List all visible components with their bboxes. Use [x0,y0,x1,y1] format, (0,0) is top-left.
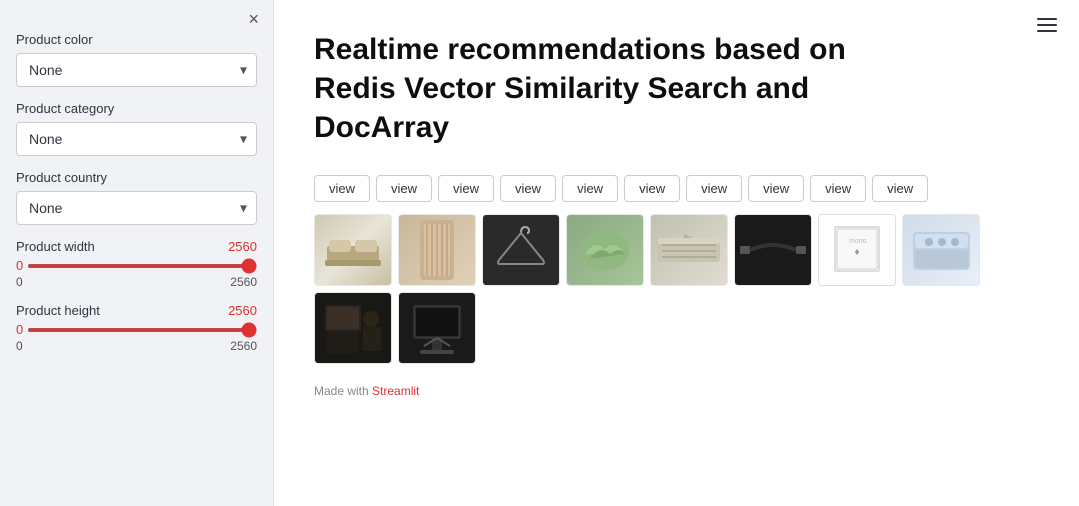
footer-prefix: Made with [314,384,372,398]
svg-text:♦: ♦ [854,247,859,258]
view-button-2[interactable]: view [376,175,432,202]
product-country-select[interactable]: None USA UK China Germany [16,191,257,225]
product-svg-2 [412,218,462,283]
product-svg-10 [404,298,470,358]
product-color-select[interactable]: None Red Blue Green Black White [16,53,257,87]
page-title: Realtime recommendations based on Redis … [314,30,874,147]
product-height-label: Product height [16,303,100,318]
product-svg-4 [575,224,635,276]
close-button[interactable]: × [248,10,259,28]
product-image-2 [398,214,476,286]
product-country-label: Product country [16,170,257,185]
product-height-min-value: 0 [16,322,23,337]
product-height-max-value: 2560 [228,303,257,318]
product-image-6 [734,214,812,286]
product-image-8 [902,214,980,286]
product-image-10 [398,292,476,364]
product-image-1 [314,214,392,286]
product-category-select-wrapper: None Electronics Clothing Home Sports [16,122,257,156]
product-grid: ♦ mono [314,214,1039,364]
sidebar: × Product color None Red Blue Green Blac… [0,0,274,506]
footer-link[interactable]: Streamlit [372,384,419,398]
product-svg-6 [738,236,808,264]
product-image-9 [314,292,392,364]
hamburger-line-2 [1037,24,1057,26]
product-height-slider-section: Product height 2560 0 0 2560 [16,303,257,353]
hamburger-line-3 [1037,30,1057,32]
product-svg-5 [654,224,724,276]
product-image-3 [482,214,560,286]
view-button-3[interactable]: view [438,175,494,202]
product-width-max-value: 2560 [228,239,257,254]
view-button-1[interactable]: view [314,175,370,202]
product-svg-1 [323,224,383,276]
hamburger-line-1 [1037,18,1057,20]
footer: Made with Streamlit [314,384,1039,398]
product-height-header: Product height 2560 [16,303,257,318]
view-button-6[interactable]: view [624,175,680,202]
product-svg-8 [909,224,974,276]
product-category-select[interactable]: None Electronics Clothing Home Sports [16,122,257,156]
product-color-label: Product color [16,32,257,47]
main-content: Realtime recommendations based on Redis … [274,0,1079,506]
view-button-9[interactable]: view [810,175,866,202]
view-button-5[interactable]: view [562,175,618,202]
product-width-slider-section: Product width 2560 0 0 2560 [16,239,257,289]
product-svg-9 [319,299,387,357]
view-buttons-row: view view view view view view view view … [314,175,1039,202]
product-width-min-value: 0 [16,258,23,273]
product-country-select-wrapper: None USA UK China Germany [16,191,257,225]
view-button-8[interactable]: view [748,175,804,202]
product-width-minmax: 0 2560 [16,275,257,289]
view-button-10[interactable]: view [872,175,928,202]
product-image-4 [566,214,644,286]
view-button-7[interactable]: view [686,175,742,202]
product-width-header: Product width 2560 [16,239,257,254]
product-image-5 [650,214,728,286]
product-color-select-wrapper: None Red Blue Green Black White [16,53,257,87]
product-image-7: ♦ mono [818,214,896,286]
view-button-4[interactable]: view [500,175,556,202]
product-width-label: Product width [16,239,95,254]
product-width-slider[interactable] [27,264,257,268]
product-svg-3 [491,225,551,275]
product-height-minmax: 0 2560 [16,339,257,353]
product-category-label: Product category [16,101,257,116]
svg-text:mono: mono [849,238,867,245]
product-svg-7: ♦ mono [827,223,887,278]
product-height-slider[interactable] [27,328,257,332]
hamburger-menu-button[interactable] [1033,14,1061,36]
